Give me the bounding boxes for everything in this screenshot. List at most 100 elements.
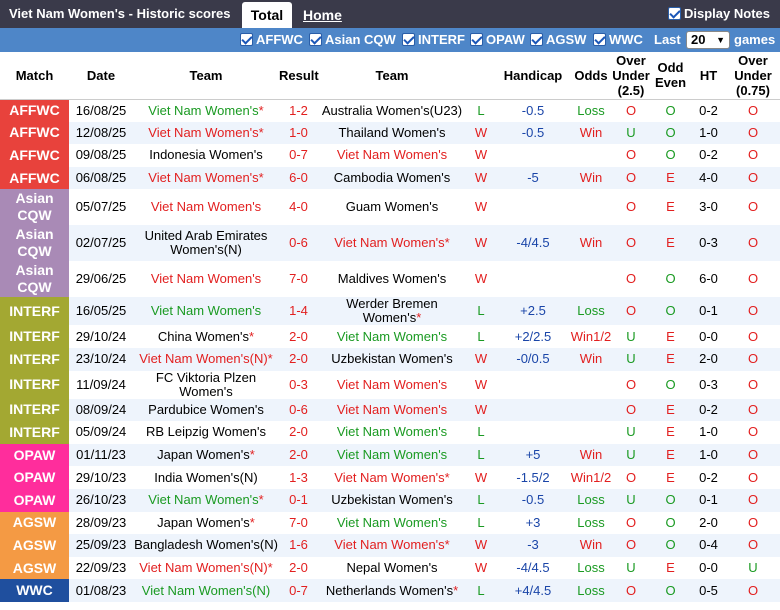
tab-total[interactable]: Total [242,2,292,28]
home-team-cell[interactable]: Viet Nam Women's(N)* [133,347,279,371]
home-team-name[interactable]: FC Viktoria Plzen Women's [156,371,256,399]
home-team-cell[interactable]: United Arab Emirates Women's(N) [133,225,279,262]
away-team-cell[interactable]: Uzbekistan Women's [318,488,466,512]
away-team-cell[interactable]: Netherlands Women's* [318,579,466,602]
home-team-cell[interactable]: Viet Nam Women's [133,297,279,326]
away-team-cell[interactable]: Viet Nam Women's [318,370,466,399]
home-team-cell[interactable]: Viet Nam Women's [133,261,279,298]
table-row[interactable]: AFFWC 16/08/25 Viet Nam Women's* 1-2 Austral… [0,99,780,122]
table-row[interactable]: AGSW 28/09/23 Japan Women's* 7-0 Viet Nam Wo… [0,511,780,535]
away-team-name[interactable]: Viet Nam Women's [337,377,447,392]
filter-agsw[interactable]: AGSW [530,31,586,48]
score-cell[interactable]: 1-4 [279,297,318,326]
score-cell[interactable]: 1-0 [279,121,318,145]
league-cell[interactable]: OPAW [0,488,69,512]
home-team-name[interactable]: Viet Nam Women's(N) [139,351,267,366]
checkbox-icon[interactable] [593,33,606,46]
score-cell[interactable]: 0-6 [279,398,318,422]
score-cell[interactable]: 1-2 [279,99,318,122]
table-row[interactable]: Asian CQW 29/06/25 Viet Nam Women's 7-0 Mald… [0,261,780,298]
score-cell[interactable]: 4-0 [279,189,318,226]
home-team-cell[interactable]: RB Leipzig Women's [133,421,279,444]
table-row[interactable]: INTERF 23/10/24 Viet Nam Women's(N)* 2-0 Uzb… [0,347,780,371]
table-row[interactable]: AFFWC 12/08/25 Viet Nam Women's* 1-0 Thailan… [0,121,780,145]
last-games-select[interactable]: 20 ▼ [686,31,730,49]
away-team-name[interactable]: Nepal Women's [346,560,437,575]
away-team-name[interactable]: Werder Bremen Women's [346,297,438,325]
home-team-cell[interactable]: Japan Women's* [133,443,279,467]
away-team-name[interactable]: Viet Nam Women's [334,537,444,552]
away-team-cell[interactable]: Cambodia Women's [318,166,466,190]
filter-affwc[interactable]: AFFWC [240,31,303,48]
league-cell[interactable]: Asian CQW [0,189,69,226]
league-cell[interactable]: AGSW [0,534,69,557]
home-team-cell[interactable]: Viet Nam Women's(N)* [133,556,279,580]
score-cell[interactable]: 2-0 [279,421,318,444]
away-team-name[interactable]: Viet Nam Women's [337,402,447,417]
table-row[interactable]: AGSW 25/09/23 Bangladesh Women's(N) 1-6 Viet… [0,534,780,557]
table-row[interactable]: OPAW 26/10/23 Viet Nam Women's* 0-1 Uzbekist… [0,488,780,512]
away-team-cell[interactable]: Viet Nam Women's [318,511,466,535]
score-cell[interactable]: 2-0 [279,325,318,348]
tab-home[interactable]: Home [303,2,342,28]
score-cell[interactable]: 2-0 [279,443,318,467]
filter-wwc[interactable]: WWC [593,31,643,48]
league-cell[interactable]: WWC [0,579,69,602]
league-cell[interactable]: AGSW [0,556,69,580]
away-team-name[interactable]: Uzbekistan Women's [331,351,452,366]
away-team-cell[interactable]: Guam Women's [318,189,466,226]
league-cell[interactable]: AFFWC [0,144,69,167]
home-team-cell[interactable]: Viet Nam Women's* [133,488,279,512]
home-team-cell[interactable]: FC Viktoria Plzen Women's [133,370,279,399]
score-cell[interactable]: 0-3 [279,370,318,399]
home-team-name[interactable]: Viet Nam Women's [148,103,258,118]
score-cell[interactable]: 6-0 [279,166,318,190]
league-cell[interactable]: AFFWC [0,121,69,145]
table-row[interactable]: OPAW 01/11/23 Japan Women's* 2-0 Viet Nam Wo… [0,443,780,467]
away-team-name[interactable]: Viet Nam Women's [337,515,447,530]
table-row[interactable]: Asian CQW 05/07/25 Viet Nam Women's 4-0 Guam… [0,189,780,226]
home-team-cell[interactable]: Viet Nam Women's* [133,99,279,122]
home-team-name[interactable]: United Arab Emirates Women's(N) [145,228,268,257]
score-cell[interactable]: 7-0 [279,511,318,535]
away-team-name[interactable]: Viet Nam Women's [337,329,447,344]
table-row[interactable]: INTERF 05/09/24 RB Leipzig Women's 2-0 Viet … [0,421,780,444]
away-team-name[interactable]: Maldives Women's [338,271,446,286]
display-notes-checkbox[interactable] [668,7,682,20]
away-team-cell[interactable]: Nepal Women's [318,556,466,580]
away-team-cell[interactable]: Viet Nam Women's [318,398,466,422]
checkbox-icon[interactable] [309,33,322,46]
league-cell[interactable]: AGSW [0,511,69,535]
home-team-name[interactable]: Viet Nam Women's(N) [139,560,267,575]
home-team-cell[interactable]: Viet Nam Women's* [133,166,279,190]
away-team-cell[interactable]: Maldives Women's [318,261,466,298]
filter-asian-cqw[interactable]: Asian CQW [309,31,396,48]
away-team-name[interactable]: Viet Nam Women's [337,424,447,439]
away-team-name[interactable]: Viet Nam Women's [337,447,447,462]
score-cell[interactable]: 0-7 [279,144,318,167]
checkbox-icon[interactable] [402,33,415,46]
away-team-cell[interactable]: Viet Nam Women's [318,421,466,444]
home-team-name[interactable]: Viet Nam Women's [148,492,258,507]
filter-opaw[interactable]: OPAW [470,31,525,48]
league-cell[interactable]: INTERF [0,421,69,444]
table-row[interactable]: AFFWC 06/08/25 Viet Nam Women's* 6-0 Cambodi… [0,166,780,190]
home-team-cell[interactable]: Viet Nam Women's* [133,121,279,145]
away-team-name[interactable]: Viet Nam Women's [337,147,447,162]
home-team-name[interactable]: Viet Nam Women's [148,125,258,140]
score-cell[interactable]: 2-0 [279,347,318,371]
home-team-name[interactable]: Indonesia Women's [149,147,263,162]
away-team-name[interactable]: Uzbekistan Women's [331,492,452,507]
table-row[interactable]: INTERF 11/09/24 FC Viktoria Plzen Women's 0… [0,370,780,399]
checkbox-icon[interactable] [240,33,253,46]
away-team-cell[interactable]: Australia Women's(U23) [318,99,466,122]
league-cell[interactable]: OPAW [0,443,69,467]
home-team-cell[interactable]: Pardubice Women's [133,398,279,422]
home-team-name[interactable]: China Women's [158,329,249,344]
score-cell[interactable]: 0-7 [279,579,318,602]
table-row[interactable]: INTERF 08/09/24 Pardubice Women's 0-6 Viet N… [0,398,780,422]
home-team-name[interactable]: India Women's(N) [154,470,257,485]
display-notes-toggle[interactable]: Display Notes [668,6,770,21]
home-team-cell[interactable]: India Women's(N) [133,466,279,489]
away-team-name[interactable]: Guam Women's [346,199,439,214]
